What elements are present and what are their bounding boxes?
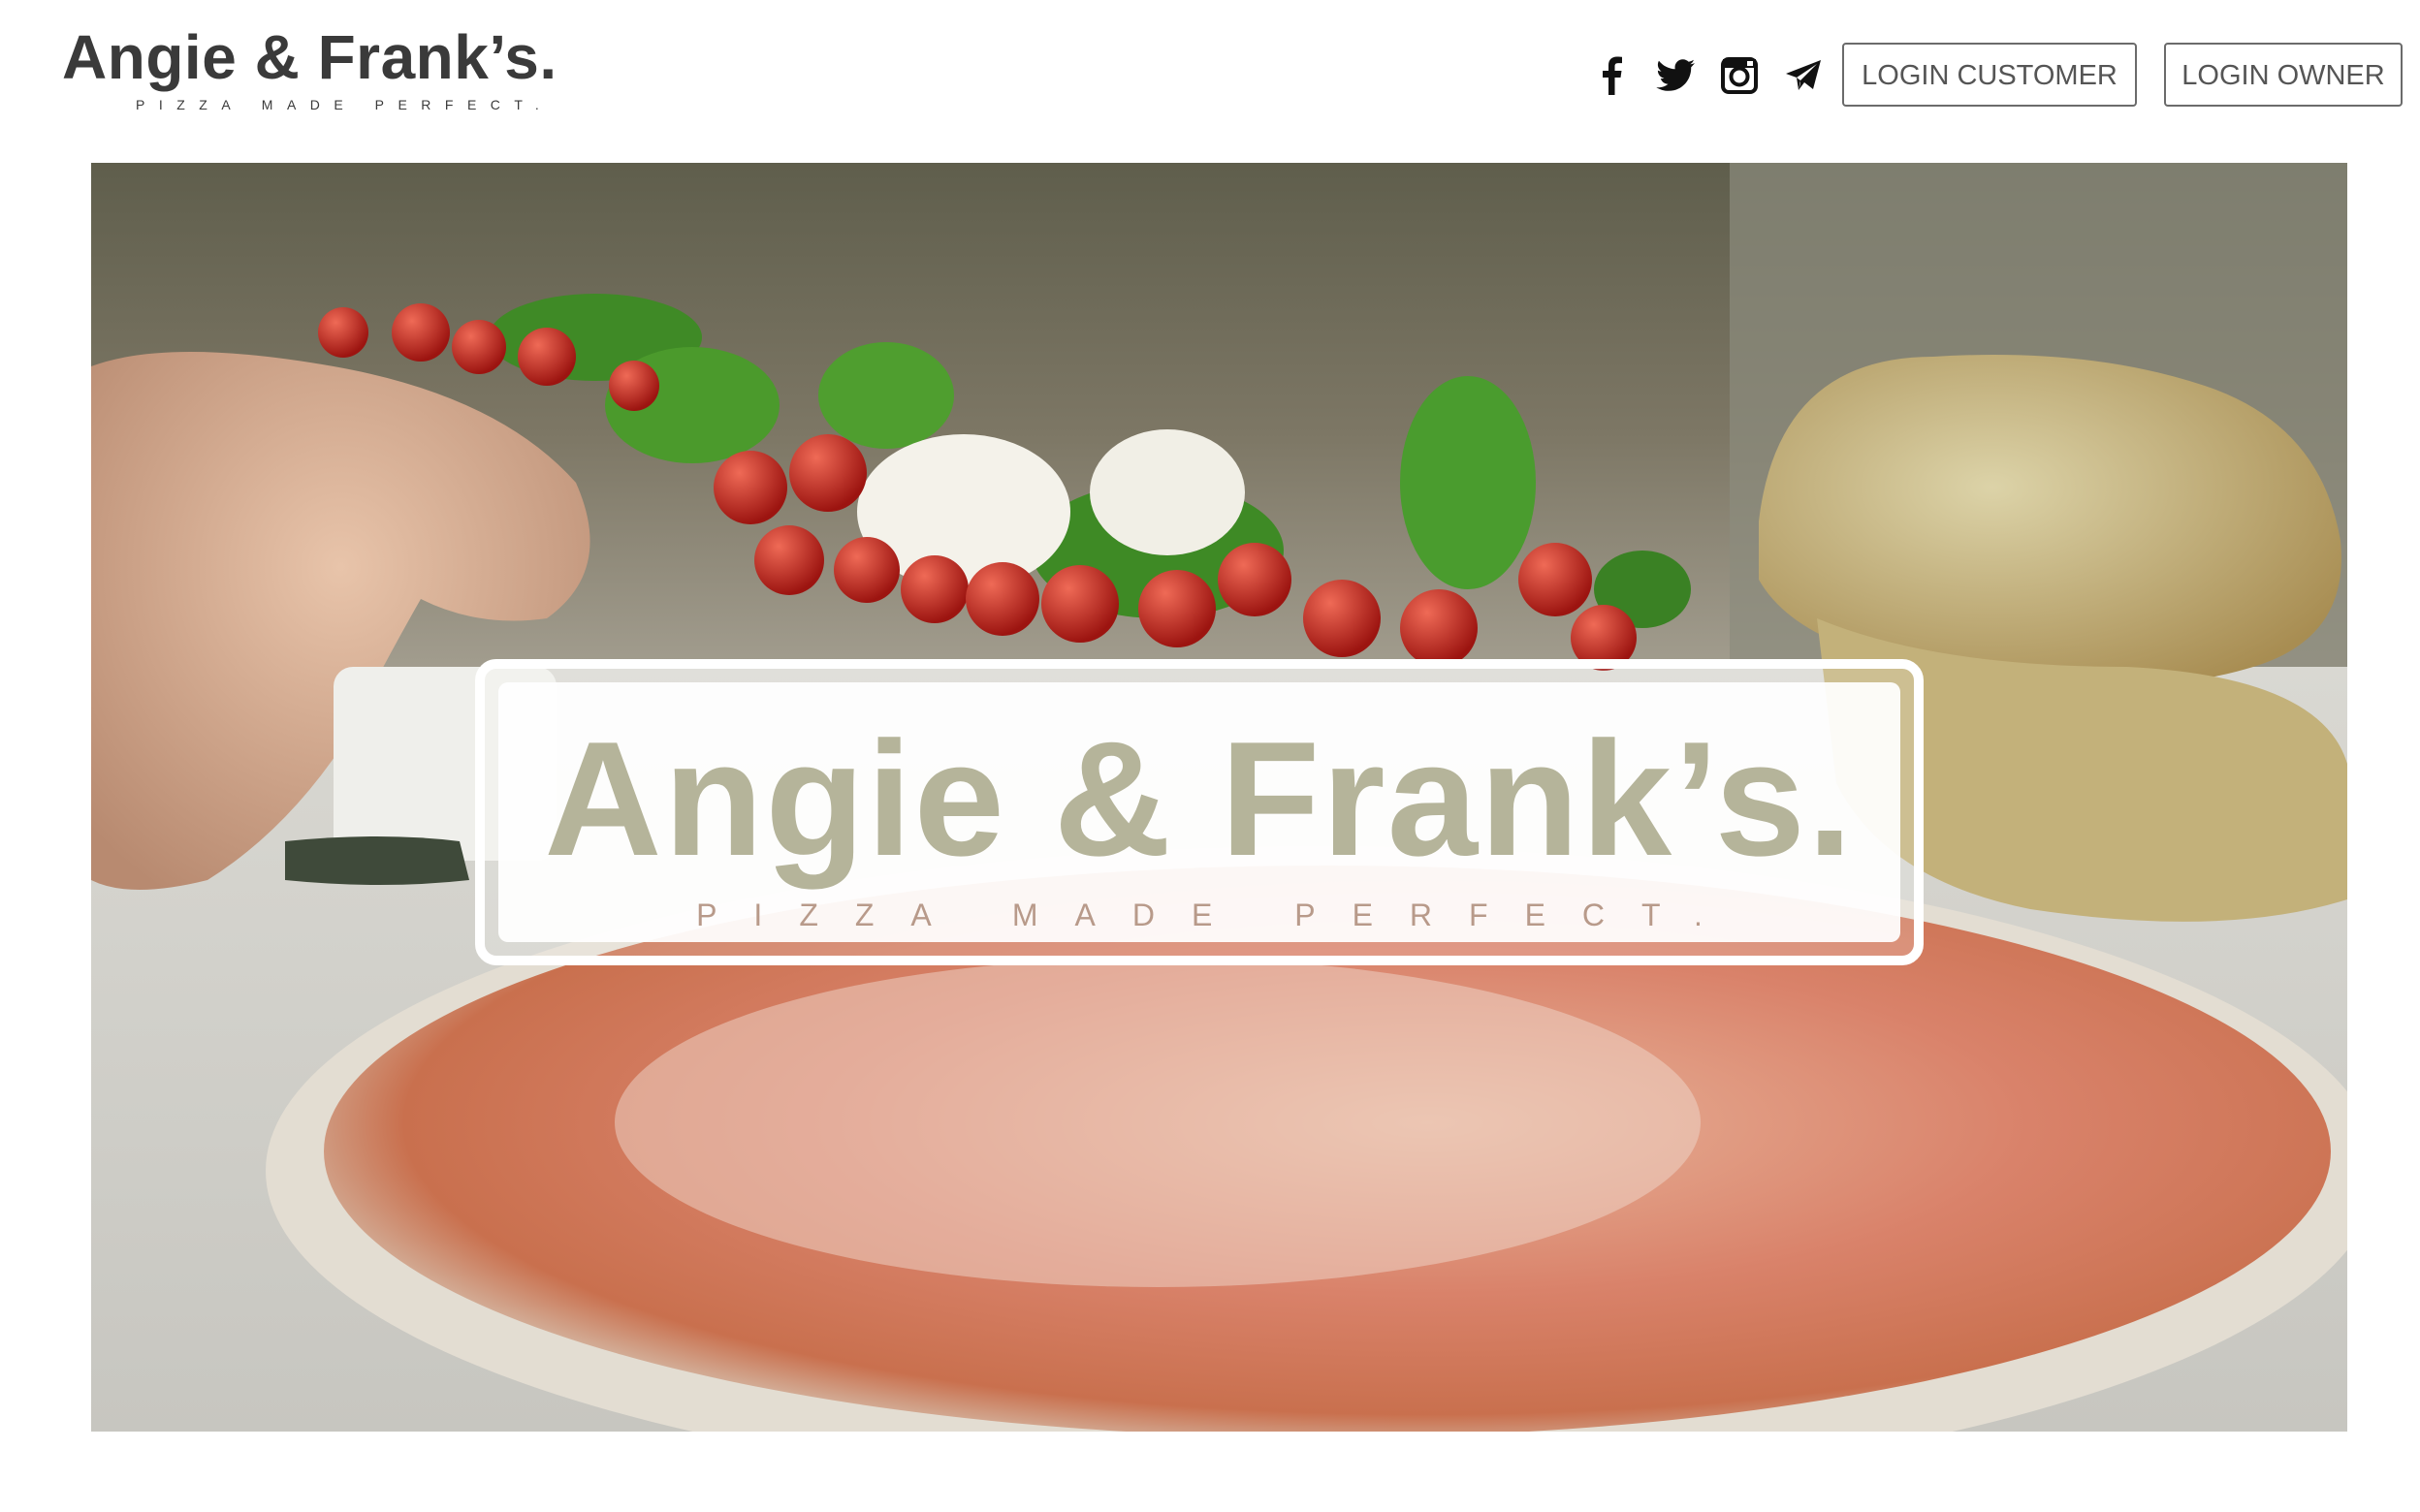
hero-logo-frame: Angie & Frank’s. PIZZA MADE PERFECT. bbox=[475, 659, 1924, 965]
telegram-link[interactable] bbox=[1782, 54, 1825, 97]
instagram-link[interactable] bbox=[1718, 54, 1761, 97]
site-header: Angie & Frank’s. PIZZA MADE PERFECT. LOG… bbox=[0, 0, 2420, 155]
facebook-icon bbox=[1603, 56, 1622, 95]
hero-tagline: PIZZA MADE PERFECT. bbox=[696, 898, 1739, 932]
instagram-icon bbox=[1721, 57, 1758, 94]
site-logo[interactable]: Angie & Frank’s. PIZZA MADE PERFECT. bbox=[62, 21, 586, 112]
page: Angie & Frank’s. PIZZA MADE PERFECT. LOG… bbox=[0, 0, 2420, 1512]
telegram-icon bbox=[1786, 60, 1821, 90]
logo-title: Angie & Frank’s. bbox=[62, 22, 557, 92]
twitter-icon bbox=[1656, 59, 1695, 91]
hero-banner: Angie & Frank’s. PIZZA MADE PERFECT. bbox=[91, 163, 2347, 1432]
facebook-link[interactable] bbox=[1590, 54, 1633, 97]
hero-title: Angie & Frank’s. bbox=[544, 708, 1855, 890]
hero-logo-panel: Angie & Frank’s. PIZZA MADE PERFECT. bbox=[498, 682, 1900, 942]
social-links bbox=[1590, 54, 1846, 97]
logo-tagline: PIZZA MADE PERFECT. bbox=[136, 97, 554, 112]
login-customer-button[interactable]: LOGIN CUSTOMER bbox=[1842, 43, 2137, 107]
login-owner-button[interactable]: LOGIN OWNER bbox=[2164, 43, 2403, 107]
twitter-link[interactable] bbox=[1654, 54, 1697, 97]
